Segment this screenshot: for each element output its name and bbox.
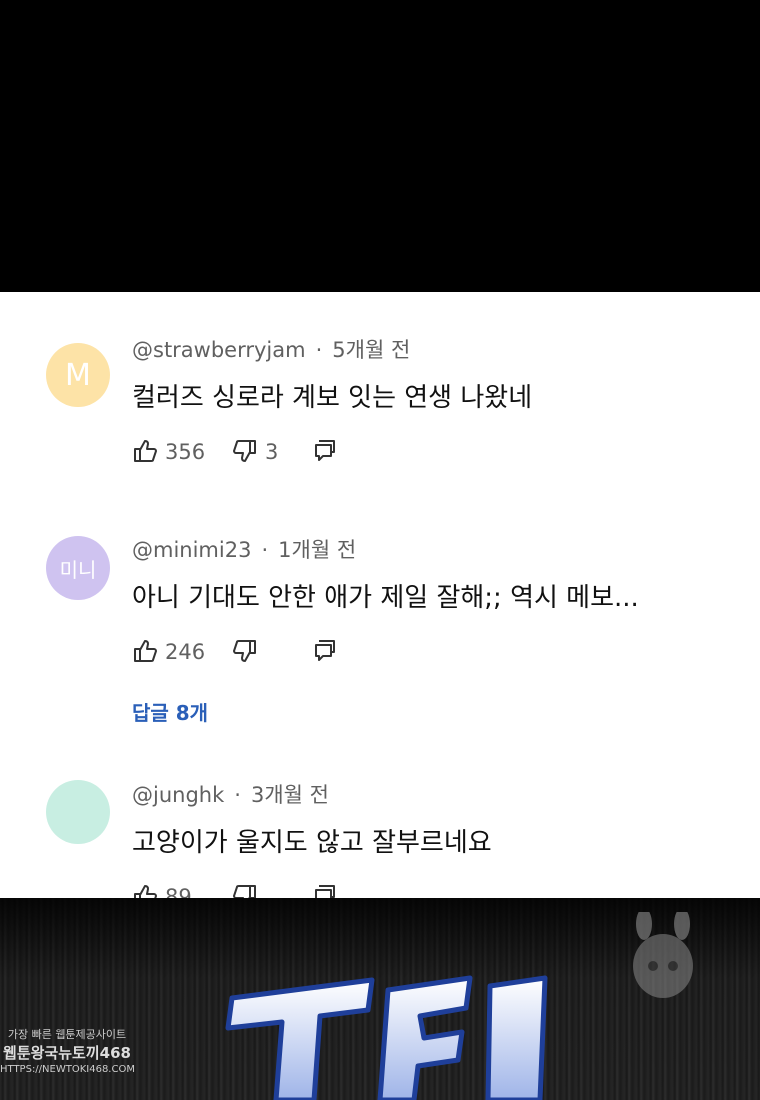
comment-time: 3개월 전 bbox=[250, 783, 329, 807]
thumb-down-icon[interactable] bbox=[232, 638, 258, 668]
avatar[interactable]: M bbox=[46, 343, 110, 407]
comment-text: 아니 기대도 안한 애가 제일 잘해;; 역시 메보... bbox=[132, 583, 639, 613]
watermark-line-2: 웹툰왕국뉴토끼468 bbox=[3, 1044, 131, 1062]
avatar[interactable] bbox=[46, 780, 110, 844]
comment-meta: @strawberryjam · 5개월 전 bbox=[132, 334, 410, 364]
comment-time: 5개월 전 bbox=[332, 338, 411, 362]
watermark-line-1: 가장 빠른 웹툰제공사이트 bbox=[7, 1028, 127, 1041]
comment-meta: @minimi23 · 1개월 전 bbox=[132, 534, 356, 564]
comment-time: 1개월 전 bbox=[278, 538, 357, 562]
meta-separator: · bbox=[315, 338, 323, 362]
like-count: 89 bbox=[165, 885, 192, 898]
like-count: 356 bbox=[165, 440, 206, 464]
username[interactable]: @strawberryjam bbox=[132, 338, 306, 362]
like-count: 246 bbox=[165, 640, 206, 664]
thumb-down-icon[interactable] bbox=[232, 438, 258, 468]
comment-actions: 89 bbox=[132, 883, 732, 898]
comments-panel: M @strawberryjam · 5개월 전 컬러즈 싱로라 계보 잇는 연생 … bbox=[0, 292, 760, 898]
username[interactable]: @minimi23 bbox=[132, 538, 251, 562]
meta-separator: · bbox=[234, 783, 241, 807]
comment-actions: 356 3 bbox=[132, 438, 732, 468]
view-replies-link[interactable]: 답글 8개 bbox=[132, 697, 208, 726]
username[interactable]: @junghk bbox=[132, 783, 224, 807]
thumb-down-icon[interactable] bbox=[232, 883, 258, 898]
comment-text: 고양이가 울지도 않고 잘부르네요 bbox=[132, 828, 492, 858]
thumb-up-icon[interactable] bbox=[132, 638, 158, 668]
meta-separator: · bbox=[261, 538, 269, 562]
reply-icon[interactable] bbox=[313, 638, 337, 666]
watermark-line-3: HTTPS://NEWTOKI468.COM bbox=[0, 1064, 135, 1075]
thumb-up-icon[interactable] bbox=[132, 438, 158, 468]
comic-panel-bottom: 가장 빠른 웹툰제공사이트 웹툰왕국뉴토끼468 HTTPS://NEWTOKI… bbox=[0, 898, 760, 1100]
reply-icon[interactable] bbox=[313, 438, 337, 466]
watermark-mascot bbox=[620, 908, 706, 1004]
avatar[interactable]: 미니 bbox=[46, 536, 110, 600]
reply-icon[interactable] bbox=[313, 883, 337, 898]
comment-text: 컬러즈 싱로라 계보 잇는 연생 나왔네 bbox=[132, 383, 533, 413]
top-black-area bbox=[0, 0, 760, 292]
comment-meta: @junghk · 3개월 전 bbox=[132, 779, 329, 809]
comment-actions: 246 bbox=[132, 638, 732, 668]
thumb-up-icon[interactable] bbox=[132, 883, 158, 898]
dislike-count: 3 bbox=[265, 440, 279, 464]
